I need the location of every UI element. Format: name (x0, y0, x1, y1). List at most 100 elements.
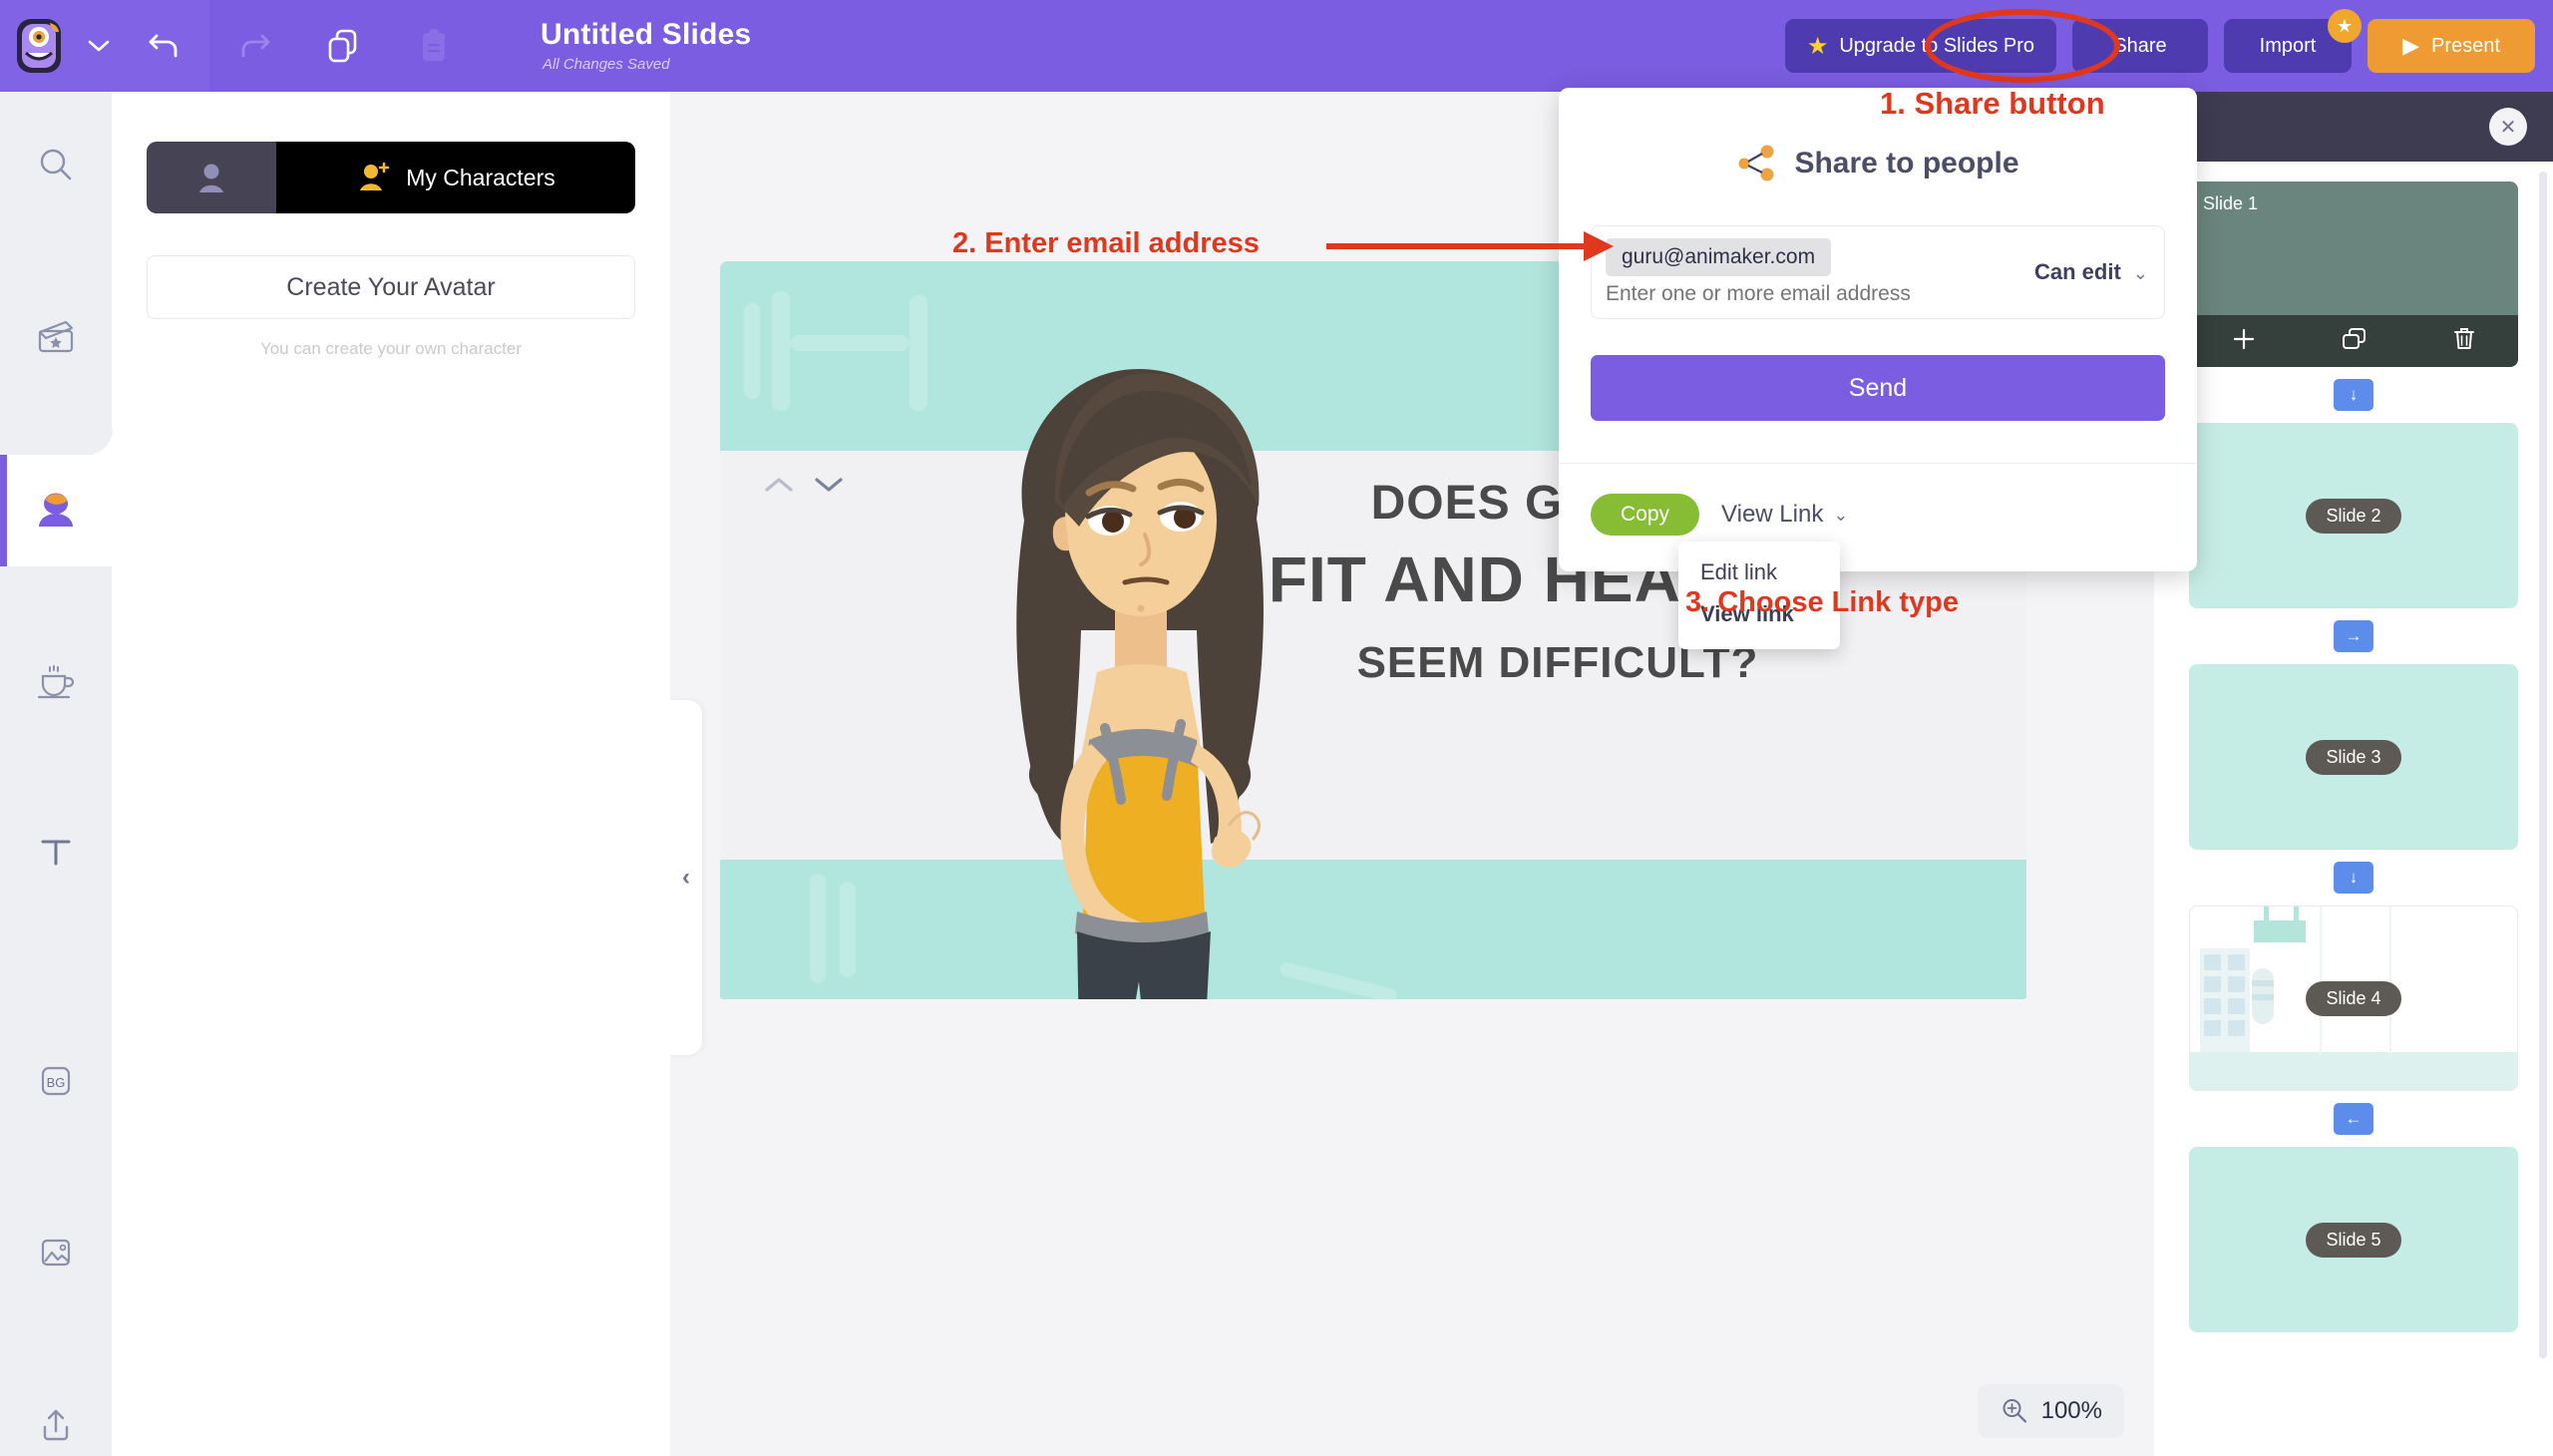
sidebar-item-upload[interactable] (0, 1370, 112, 1456)
deco-bottom-1 (810, 874, 826, 983)
sidebar-item-background[interactable]: BG (0, 1025, 112, 1137)
deco-dumbbell-2 (772, 291, 790, 411)
next-slide-button[interactable] (812, 473, 846, 502)
send-button[interactable]: Send (1591, 355, 2165, 421)
undo-button[interactable] (120, 0, 209, 92)
coffee-cup-icon (37, 665, 75, 699)
previous-slide-button[interactable] (762, 473, 796, 502)
slide-thumbnail[interactable]: Slide 3 (2189, 664, 2518, 850)
slide-connector[interactable]: ↓ (2334, 862, 2373, 894)
slide-thumbnail[interactable]: Slide 5 (2189, 1147, 2518, 1332)
top-toolbar-actions: ★ Upgrade to Slides Pro Share Import ★ ▶… (1784, 0, 2535, 92)
share-dialog: Share to people guru@animaker.com Can ed… (1559, 88, 2197, 649)
star-icon: ★ (1806, 32, 1829, 60)
logo-dropdown-caret[interactable] (78, 0, 120, 92)
view-link-dropdown[interactable]: View Link ⌄ (1721, 501, 1848, 529)
save-status: All Changes Saved (543, 56, 670, 74)
annotation-enter-email: 2. Enter email address (952, 227, 1260, 259)
slide-thumbnail[interactable]: Slide 1 (2189, 182, 2518, 367)
chevron-down-icon (88, 40, 110, 52)
sidebar-item-characters[interactable] (0, 429, 113, 566)
email-input[interactable] (1606, 282, 2016, 306)
sidebar-item-search[interactable] (0, 110, 112, 221)
left-icon-rail: BG (0, 92, 113, 1456)
slide-band-bottom (720, 860, 2026, 999)
share-label: Share (2113, 34, 2167, 57)
slide-thumbnail[interactable]: Slide 4 (2189, 906, 2518, 1091)
clipboard-icon (423, 29, 445, 61)
chevron-up-icon (765, 478, 793, 492)
slide-headline-line3: SEEM DIFFICULT? (1356, 638, 1759, 687)
sidebar-item-props[interactable] (0, 626, 112, 738)
duplicate-icon (328, 29, 357, 63)
characters-panel: My Characters Create Your Avatar You can… (112, 92, 670, 1456)
sidebar-item-video[interactable] (0, 281, 112, 393)
list-item[interactable]: Slide 2 → (2189, 423, 2518, 652)
sidebar-item-text[interactable] (0, 796, 112, 908)
list-item[interactable]: Slide 4 ← (2189, 906, 2518, 1135)
slide-label: Slide 4 (2306, 980, 2401, 1016)
animaker-mascot-logo-icon (17, 19, 61, 73)
slide-connector[interactable]: ↓ (2334, 379, 2373, 411)
upgrade-to-slides-pro-button[interactable]: ★ Upgrade to Slides Pro (1784, 19, 2056, 73)
share-dialog-title: Share to people (1794, 147, 2019, 180)
duplicate-slide-button[interactable] (2341, 326, 2369, 357)
tab-avatar[interactable] (147, 142, 276, 213)
share-email-field[interactable]: guru@animaker.com Can edit ⌄ (1591, 225, 2165, 319)
app-logo[interactable] (0, 0, 78, 92)
slide-nav-chevrons (762, 473, 846, 502)
down-arrow-icon: ↓ (2349, 868, 2359, 887)
slides-panel-header: ✕ (2154, 92, 2553, 162)
present-button[interactable]: ▶ Present (2368, 19, 2535, 73)
import-button[interactable]: Import ★ (2224, 9, 2362, 73)
present-label: Present (2430, 34, 2500, 57)
email-chip[interactable]: guru@animaker.com (1606, 238, 1832, 276)
permission-label: Can edit (2033, 259, 2121, 284)
document-title-block[interactable]: Untitled Slides All Changes Saved (541, 19, 751, 74)
copy-link-button[interactable]: Copy (1591, 494, 1700, 536)
deco-dumbbell-bar (790, 335, 910, 351)
slide-connector[interactable]: ← (2334, 1103, 2373, 1135)
zoom-level: 100% (2040, 1397, 2102, 1424)
close-slides-panel-button[interactable]: ✕ (2489, 108, 2527, 146)
redo-icon (241, 34, 270, 58)
close-icon: ✕ (2499, 116, 2517, 139)
tab-my-characters[interactable]: My Characters (276, 142, 635, 213)
collapse-left-panel-button[interactable]: ‹ (670, 700, 702, 1055)
plus-icon (2233, 328, 2255, 349)
list-item[interactable]: Slide 1 ↓ (2189, 182, 2518, 411)
slide-actions (2189, 315, 2518, 367)
top-toolbar: Untitled Slides All Changes Saved ★ Upgr… (0, 0, 2553, 92)
clipboard-button[interactable] (389, 0, 479, 92)
slide-connector[interactable]: → (2334, 620, 2373, 652)
svg-text:BG: BG (47, 1075, 66, 1090)
redo-button[interactable] (209, 0, 299, 92)
slide-label: Slide 2 (2306, 498, 2401, 534)
annotation-share-button: 1. Share button (1880, 86, 2105, 121)
upgrade-label: Upgrade to Slides Pro (1839, 34, 2034, 57)
slides-panel-scrollbar[interactable] (2539, 172, 2547, 1358)
duplicate-icon (2343, 327, 2366, 349)
bg-icon: BG (41, 1066, 71, 1096)
down-arrow-icon: ↓ (2349, 385, 2359, 404)
zoom-control[interactable]: 100% (1977, 1384, 2124, 1438)
send-label: Send (1848, 373, 1908, 402)
list-item[interactable]: Slide 5 (2189, 1147, 2518, 1332)
share-nodes-icon (1738, 145, 1774, 182)
left-arrow-icon: ← (2345, 1109, 2363, 1128)
delete-slide-button[interactable] (2452, 326, 2476, 357)
deco-dumbbell-1 (744, 303, 760, 399)
permission-dropdown[interactable]: Can edit ⌄ (2016, 259, 2148, 285)
search-icon (40, 149, 72, 181)
annotation-arrow-to-email-field (1326, 231, 1614, 261)
slide-label: Slide 3 (2306, 739, 2401, 775)
slide-thumbnail[interactable]: Slide 2 (2189, 423, 2518, 608)
sidebar-item-image[interactable] (0, 1197, 112, 1308)
duplicate-button[interactable] (299, 0, 389, 92)
list-item[interactable]: Slide 3 ↓ (2189, 664, 2518, 894)
tab-my-characters-label: My Characters (406, 164, 555, 190)
create-avatar-hint: You can create your own character (259, 339, 523, 358)
create-your-avatar-button[interactable]: Create Your Avatar (147, 255, 635, 319)
share-button[interactable]: Share (2072, 19, 2208, 73)
add-slide-button[interactable] (2231, 326, 2257, 357)
